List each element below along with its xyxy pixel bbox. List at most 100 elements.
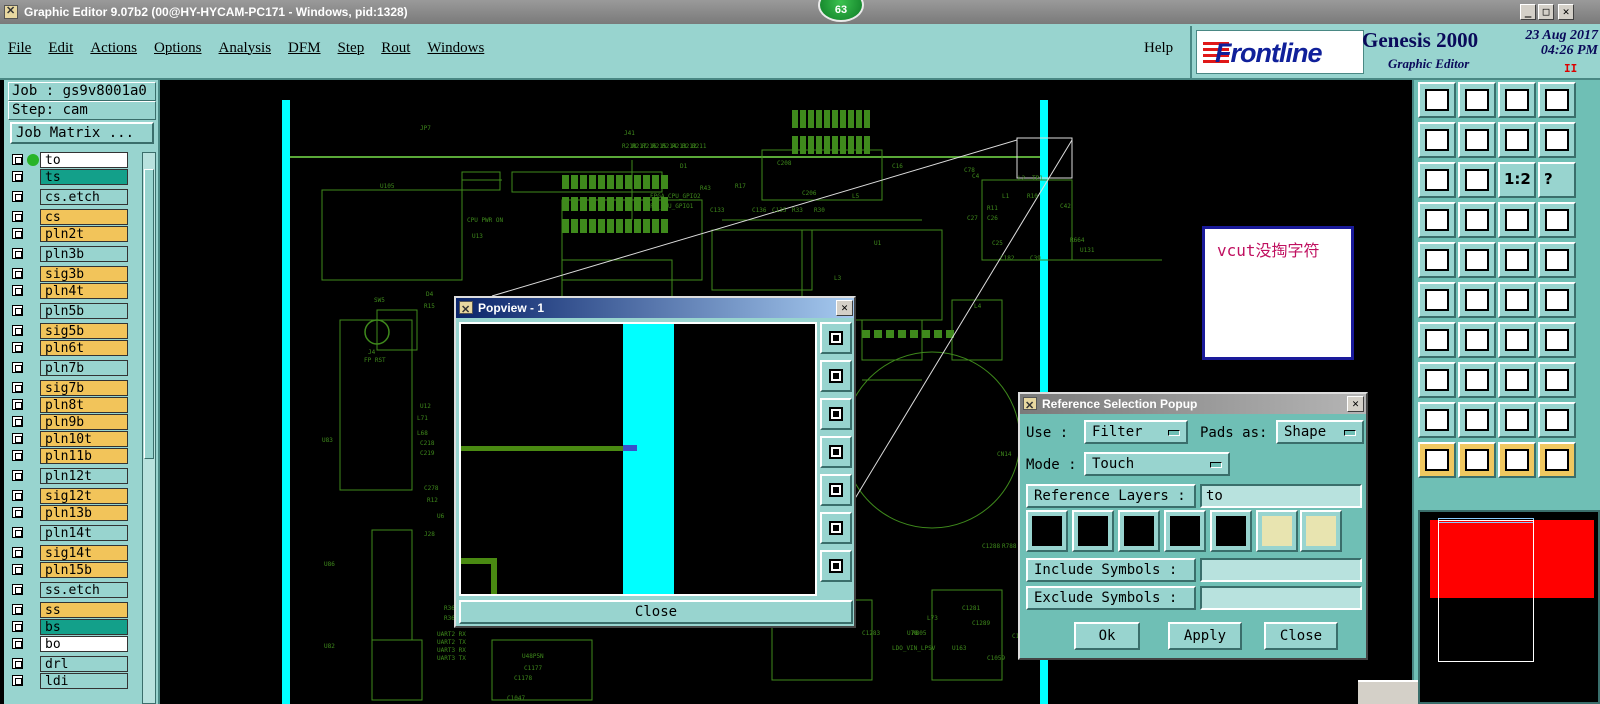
minimize-button[interactable]: _	[1520, 4, 1536, 20]
menu-dfm[interactable]: DFM	[288, 40, 321, 57]
layer-row[interactable]: pln14t	[8, 525, 138, 541]
layer-row[interactable]: pln6t	[8, 340, 138, 356]
positive-polarity-button[interactable]	[1256, 510, 1298, 552]
measure-tool-button[interactable]	[1418, 202, 1456, 238]
layer-checkbox[interactable]	[12, 268, 23, 279]
popview-pan-right-button[interactable]	[820, 474, 852, 506]
refpop-title-bar[interactable]: Reference Selection Popup	[1020, 394, 1366, 416]
copy-tool-button[interactable]	[1538, 362, 1576, 398]
layer-row[interactable]: cs.etch	[8, 189, 138, 205]
polygon-a-tool-button[interactable]	[1458, 402, 1496, 438]
menu-help[interactable]: Help	[1144, 40, 1173, 57]
line-symbol-button[interactable]	[1026, 510, 1068, 552]
layer-row[interactable]: sig3b	[8, 266, 138, 282]
layer-toggle-tool-button[interactable]	[1498, 202, 1536, 238]
layer-name[interactable]: pln6t	[40, 340, 128, 356]
maximize-button[interactable]: □	[1538, 4, 1554, 20]
layer-checkbox[interactable]	[12, 507, 23, 518]
layer-checkbox[interactable]	[12, 675, 23, 686]
layer-checkbox[interactable]	[12, 604, 23, 615]
layer-checkbox[interactable]	[12, 416, 23, 427]
layer-row[interactable]: pln13b	[8, 505, 138, 521]
layer-checkbox[interactable]	[12, 490, 23, 501]
net-select-tool-button[interactable]	[1498, 282, 1536, 318]
layer-checkbox[interactable]	[12, 305, 23, 316]
polygon-tool-button[interactable]	[1418, 402, 1456, 438]
layer-checkbox[interactable]	[12, 399, 23, 410]
layer-name[interactable]: bo	[40, 636, 128, 652]
menu-actions[interactable]: Actions	[90, 40, 137, 57]
line-add-tool-button[interactable]	[1418, 322, 1456, 358]
layer-checkbox[interactable]	[12, 433, 23, 444]
layer-checkbox[interactable]	[12, 171, 23, 182]
pan-right-tool-button[interactable]	[1458, 122, 1496, 158]
refpop-close-x[interactable]: ✕	[1347, 396, 1364, 412]
layer-row[interactable]: pln4t	[8, 283, 138, 299]
layer-checkbox[interactable]	[12, 154, 23, 165]
menu-file[interactable]: File	[8, 40, 31, 57]
menu-rout[interactable]: Rout	[381, 40, 410, 57]
layer-row[interactable]: cs	[8, 209, 138, 225]
layer-name[interactable]: pln2t	[40, 226, 128, 242]
layer-row[interactable]: pln10t	[8, 431, 138, 447]
layer-checkbox[interactable]	[12, 362, 23, 373]
pads-as-option-menu[interactable]: Shape	[1276, 420, 1364, 444]
popview-zoom-in-button[interactable]	[820, 322, 852, 354]
layer-name[interactable]: pln4t	[40, 283, 128, 299]
window-close-button[interactable]: ✕	[1558, 4, 1574, 20]
layer-checkbox[interactable]	[12, 658, 23, 669]
layer-row[interactable]: pln9b	[8, 414, 138, 430]
layer-name[interactable]: pln7b	[40, 360, 128, 376]
layer-name[interactable]: cs	[40, 209, 128, 225]
layer-row[interactable]: sig12t	[8, 488, 138, 504]
layer-name[interactable]: pln13b	[40, 505, 128, 521]
select-arrow-tool-button[interactable]	[1498, 442, 1536, 478]
layer-name[interactable]: sig14t	[40, 545, 128, 561]
layer-row[interactable]: sig14t	[8, 545, 138, 561]
use-option-menu[interactable]: Filter	[1084, 420, 1188, 444]
layer-checkbox[interactable]	[12, 450, 23, 461]
include-symbols-button[interactable]: Include Symbols :	[1026, 558, 1196, 582]
layer-name[interactable]: sig12t	[40, 488, 128, 504]
layer-name[interactable]: pln8t	[40, 397, 128, 413]
zoom-ratio-tool-button[interactable]: 1:2	[1498, 162, 1536, 198]
popview-title-bar[interactable]: Popview - 1	[456, 298, 854, 320]
layer-checkbox[interactable]	[12, 564, 23, 575]
layer-row[interactable]: pln5b	[8, 303, 138, 319]
layer-name[interactable]: pln10t	[40, 431, 128, 447]
filter-tool-button[interactable]	[1538, 322, 1576, 358]
layer-checkbox[interactable]	[12, 285, 23, 296]
layer-row[interactable]: ss.etch	[8, 582, 138, 598]
resize-tool-button[interactable]	[1498, 362, 1536, 398]
feature-info-tool-button[interactable]	[1418, 242, 1456, 278]
connect-tool-button[interactable]	[1418, 282, 1456, 318]
layer-name[interactable]: drl	[40, 656, 128, 672]
layer-name[interactable]: ldi	[40, 673, 128, 689]
line-edit-tool-button[interactable]	[1458, 322, 1496, 358]
multi-select-tool-button[interactable]	[1538, 442, 1576, 478]
help-tool-button[interactable]: ?	[1538, 162, 1576, 198]
layer-checkbox[interactable]	[12, 382, 23, 393]
popview-close-button[interactable]: Close	[459, 600, 853, 624]
layer-row[interactable]: drl	[8, 656, 138, 672]
menu-edit[interactable]: Edit	[48, 40, 73, 57]
snap-tool-button[interactable]	[1498, 122, 1536, 158]
ok-button[interactable]: Ok	[1074, 622, 1140, 650]
move-tool-button[interactable]	[1458, 242, 1496, 278]
scrollbar-thumb[interactable]	[144, 169, 154, 459]
popview-pan-up-button[interactable]	[820, 360, 852, 392]
polygon-c-tool-button[interactable]	[1538, 402, 1576, 438]
job-matrix-button[interactable]: Job Matrix ...	[10, 122, 154, 144]
menu-analysis[interactable]: Analysis	[219, 40, 272, 57]
open-job-tool-button[interactable]	[1418, 82, 1456, 118]
layer-name[interactable]: pln15b	[40, 562, 128, 578]
arc-symbol-button[interactable]	[1164, 510, 1206, 552]
layer-name[interactable]: cs.etch	[40, 189, 128, 205]
exclude-symbols-button[interactable]: Exclude Symbols :	[1026, 586, 1196, 610]
layer-row[interactable]: pln12t	[8, 468, 138, 484]
layer-name[interactable]: sig5b	[40, 323, 128, 339]
surface-symbol-button[interactable]	[1118, 510, 1160, 552]
mode-option-menu[interactable]: Touch	[1084, 452, 1230, 476]
popview-close-x[interactable]: ✕	[836, 300, 853, 316]
text-symbol-button[interactable]	[1210, 510, 1252, 552]
